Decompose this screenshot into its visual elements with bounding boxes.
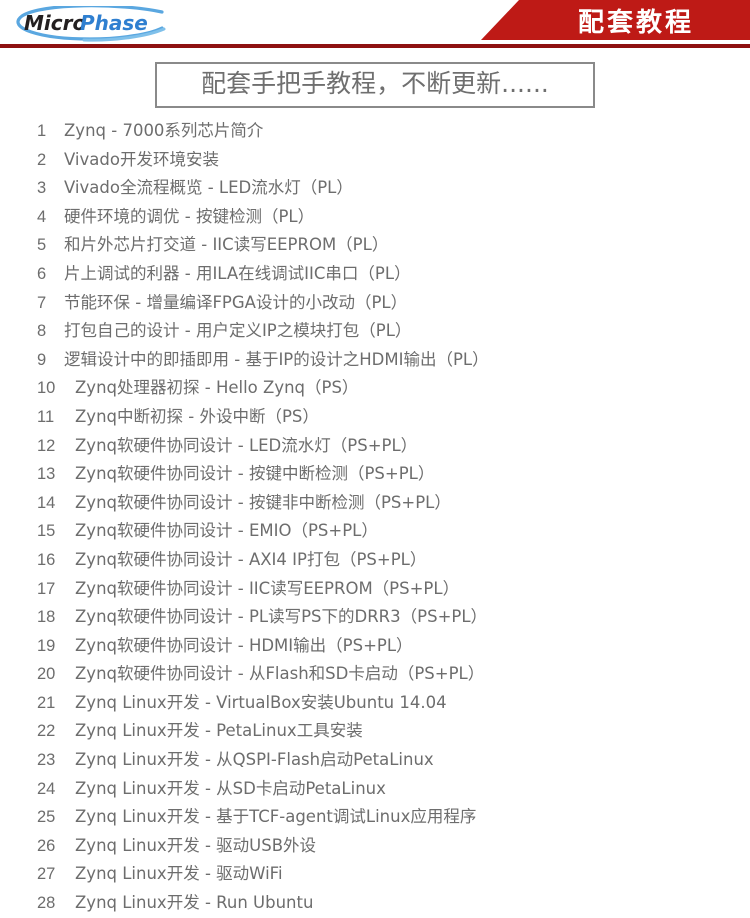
list-item-label: 逻辑设计中的即插即用 - 基于IP的设计之HDMI输出（PL） [64, 349, 489, 369]
list-item[interactable]: 10 Zynq处理器初探 - Hello Zynq（PS） [0, 374, 750, 403]
list-item-number: 26 [37, 836, 56, 855]
list-item-label: Zynq软硬件协同设计 - HDMI输出（PS+PL） [75, 635, 413, 655]
list-item-label: Vivado全流程概览 - LED流水灯（PL） [64, 178, 353, 198]
list-item-number: 27 [37, 865, 56, 884]
list-item-label: Zynq软硬件协同设计 - IIC读写EEPROM（PS+PL） [75, 578, 460, 598]
list-item-label: Zynq Linux开发 - 基于TCF-agent调试Linux应用程序 [75, 807, 477, 827]
list-item-number: 7 [37, 293, 47, 312]
list-item-label: Zynq软硬件协同设计 - 按键非中断检测（PS+PL） [75, 492, 451, 512]
list-item-number: 9 [37, 350, 47, 369]
list-item-number: 11 [37, 407, 55, 426]
list-item-number: 28 [37, 894, 56, 913]
list-item-number: 16 [37, 550, 56, 569]
list-item[interactable]: 11 Zynq中断初探 - 外设中断（PS） [0, 403, 750, 432]
list-item-number: 21 [37, 693, 56, 712]
list-item[interactable]: 1 Zynq - 7000系列芯片简介 [0, 117, 750, 146]
list-item[interactable]: 16 Zynq软硬件协同设计 - AXI4 IP打包（PS+PL） [0, 546, 750, 575]
list-item-number: 17 [37, 579, 56, 598]
list-item-label: Zynq Linux开发 - 驱动USB外设 [75, 835, 317, 855]
list-item-label: Zynq Linux开发 - Run Ubuntu [75, 893, 314, 913]
title-box-wrapper: 配套手把手教程，不断更新...... [0, 62, 750, 108]
list-item[interactable]: 24 Zynq Linux开发 - 从SD卡启动PetaLinux [0, 775, 750, 804]
list-item[interactable]: 28 Zynq Linux开发 - Run Ubuntu [0, 889, 750, 918]
list-item[interactable]: 27 Zynq Linux开发 - 驱动WiFi [0, 860, 750, 889]
list-item-label: Zynq Linux开发 - PetaLinux工具安装 [75, 721, 363, 741]
list-item[interactable]: 8 打包自己的设计 - 用户定义IP之模块打包（PL） [0, 317, 750, 346]
list-item[interactable]: 15 Zynq软硬件协同设计 - EMIO（PS+PL） [0, 517, 750, 546]
list-item[interactable]: 7 节能环保 - 增量编译FPGA设计的小改动（PL） [0, 289, 750, 318]
list-item[interactable]: 12 Zynq软硬件协同设计 - LED流水灯（PS+PL） [0, 432, 750, 461]
list-item[interactable]: 23 Zynq Linux开发 - 从QSPI-Flash启动PetaLinux [0, 746, 750, 775]
list-item-number: 12 [37, 436, 56, 455]
list-item-number: 8 [37, 322, 47, 341]
list-item[interactable]: 19 Zynq软硬件协同设计 - HDMI输出（PS+PL） [0, 632, 750, 661]
header-red-rule [0, 44, 750, 48]
list-item[interactable]: 25 Zynq Linux开发 - 基于TCF-agent调试Linux应用程序 [0, 803, 750, 832]
list-item-number: 10 [37, 379, 56, 398]
list-item[interactable]: 14 Zynq软硬件协同设计 - 按键非中断检测（PS+PL） [0, 489, 750, 518]
list-item-label: Zynq中断初探 - 外设中断（PS） [75, 406, 319, 426]
list-item-number: 15 [37, 522, 56, 541]
title-box: 配套手把手教程，不断更新...... [155, 62, 595, 108]
list-item[interactable]: 3 Vivado全流程概览 - LED流水灯（PL） [0, 174, 750, 203]
list-item-number: 4 [37, 207, 47, 226]
list-item-number: 20 [37, 665, 56, 684]
list-item[interactable]: 2 Vivado开发环境安装 [0, 146, 750, 175]
list-item-number: 18 [37, 608, 56, 627]
list-item-label: Zynq软硬件协同设计 - EMIO（PS+PL） [75, 521, 378, 541]
list-item[interactable]: 26 Zynq Linux开发 - 驱动USB外设 [0, 832, 750, 861]
list-item-label: Zynq软硬件协同设计 - AXI4 IP打包（PS+PL） [75, 549, 427, 569]
list-item-label: Zynq - 7000系列芯片简介 [64, 121, 264, 140]
svg-text:Phase: Phase [80, 11, 148, 35]
list-item-label: 打包自己的设计 - 用户定义IP之模块打包（PL） [64, 321, 412, 341]
list-item-number: 19 [37, 636, 56, 655]
list-item-label: Zynq Linux开发 - 从SD卡启动PetaLinux [75, 778, 386, 798]
list-item-label: Zynq Linux开发 - 驱动WiFi [75, 864, 283, 884]
list-item-label: 硬件环境的调优 - 按键检测（PL） [64, 206, 315, 226]
list-item-label: Zynq Linux开发 - 从QSPI-Flash启动PetaLinux [75, 750, 434, 770]
list-item[interactable]: 17 Zynq软硬件协同设计 - IIC读写EEPROM（PS+PL） [0, 575, 750, 604]
list-item-number: 24 [37, 779, 56, 798]
list-item-number: 1 [37, 122, 47, 140]
list-item[interactable]: 22 Zynq Linux开发 - PetaLinux工具安装 [0, 717, 750, 746]
list-item[interactable]: 18 Zynq软硬件协同设计 - PL读写PS下的DRR3（PS+PL） [0, 603, 750, 632]
list-item-label: Zynq软硬件协同设计 - 从Flash和SD卡启动（PS+PL） [75, 664, 485, 684]
list-item-label: Vivado开发环境安装 [64, 149, 219, 169]
list-item-number: 3 [37, 179, 47, 198]
list-item-label: 节能环保 - 增量编译FPGA设计的小改动（PL） [64, 292, 408, 312]
list-item-number: 6 [37, 264, 47, 283]
list-item-label: Zynq软硬件协同设计 - PL读写PS下的DRR3（PS+PL） [75, 607, 488, 627]
list-item-number: 23 [37, 751, 56, 770]
list-item-label: Zynq处理器初探 - Hello Zynq（PS） [75, 378, 359, 398]
tutorial-list: 1 Zynq - 7000系列芯片简介 2 Vivado开发环境安装 3 Vivado全流… [0, 117, 750, 918]
list-item-label: Zynq软硬件协同设计 - 按键中断检测（PS+PL） [75, 464, 435, 484]
list-item[interactable]: 21 Zynq Linux开发 - VirtualBox安装Ubuntu 14.0… [0, 689, 750, 718]
list-item-label: Zynq Linux开发 - VirtualBox安装Ubuntu 14.04 [75, 692, 447, 712]
list-item-number: 14 [37, 493, 56, 512]
list-item-number: 22 [37, 722, 56, 741]
list-item-number: 13 [37, 465, 56, 484]
list-item[interactable]: 4 硬件环境的调优 - 按键检测（PL） [0, 203, 750, 232]
list-item[interactable]: 20 Zynq软硬件协同设计 - 从Flash和SD卡启动（PS+PL） [0, 660, 750, 689]
list-item-number: 25 [37, 808, 56, 827]
list-item-number: 2 [37, 150, 47, 169]
list-item-label: 和片外芯片打交道 - IIC读写EEPROM（PL） [64, 235, 389, 255]
list-item[interactable]: 6 片上调试的利器 - 用ILA在线调试IIC串口（PL） [0, 260, 750, 289]
list-item[interactable]: 13 Zynq软硬件协同设计 - 按键中断检测（PS+PL） [0, 460, 750, 489]
list-item-number: 5 [37, 236, 47, 255]
microphase-logo[interactable]: Micro Phase [12, 6, 172, 42]
svg-text:Micro: Micro [24, 11, 86, 35]
page-title: 配套手把手教程，不断更新...... [201, 69, 549, 98]
list-item-label: Zynq软硬件协同设计 - LED流水灯（PS+PL） [75, 435, 418, 455]
banner-title: 配套教程 [577, 8, 694, 38]
list-item[interactable]: 9 逻辑设计中的即插即用 - 基于IP的设计之HDMI输出（PL） [0, 346, 750, 375]
list-item-label: 片上调试的利器 - 用ILA在线调试IIC串口（PL） [64, 263, 411, 283]
list-item[interactable]: 5 和片外芯片打交道 - IIC读写EEPROM（PL） [0, 231, 750, 260]
page-header: 配套教程 Micro Phase [0, 0, 750, 52]
